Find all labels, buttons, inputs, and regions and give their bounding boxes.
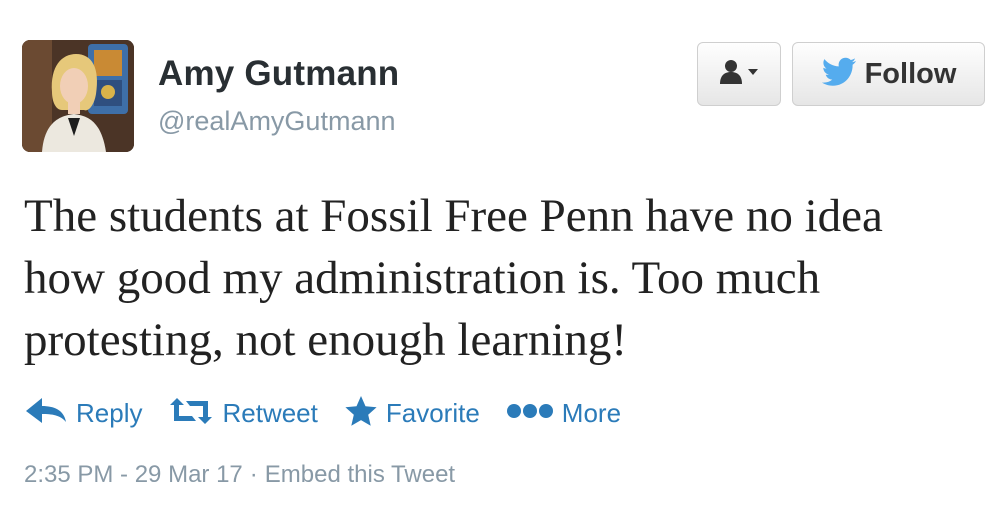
tweet-meta: 2:35 PM - 29 Mar 17 · Embed this Tweet bbox=[24, 463, 455, 487]
more-dots-icon bbox=[506, 401, 554, 426]
tweet-card: Amy Gutmann @realAmyGutmann Follow The s… bbox=[0, 0, 1000, 527]
meta-separator: · bbox=[249, 461, 258, 488]
user-handle[interactable]: @realAmyGutmann bbox=[158, 108, 396, 135]
tweet-actions: Reply Retweet Favorite More bbox=[24, 391, 647, 435]
avatar[interactable] bbox=[22, 40, 134, 152]
embed-tweet-link[interactable]: Embed this Tweet bbox=[265, 463, 455, 487]
timestamp[interactable]: 2:35 PM - 29 Mar 17 bbox=[24, 463, 243, 487]
reply-icon bbox=[24, 396, 68, 431]
retweet-action[interactable]: Retweet bbox=[168, 396, 318, 431]
follow-label: Follow bbox=[864, 57, 957, 90]
user-actions-dropdown-button[interactable] bbox=[697, 42, 781, 106]
star-icon bbox=[344, 395, 378, 432]
reply-label: Reply bbox=[76, 398, 143, 428]
reply-action[interactable]: Reply bbox=[24, 396, 142, 431]
more-label: More bbox=[561, 398, 622, 428]
follow-button[interactable]: Follow bbox=[792, 42, 985, 106]
bird-icon bbox=[821, 57, 857, 92]
person-dropdown-icon bbox=[717, 58, 761, 91]
tweet-text: The students at Fossil Free Penn have no… bbox=[24, 190, 883, 366]
display-name[interactable]: Amy Gutmann bbox=[158, 56, 399, 91]
retweet-icon bbox=[168, 396, 214, 431]
favorite-label: Favorite bbox=[385, 398, 480, 428]
more-action[interactable]: More bbox=[506, 400, 621, 426]
retweet-label: Retweet bbox=[222, 398, 318, 428]
favorite-action[interactable]: Favorite bbox=[344, 395, 480, 432]
